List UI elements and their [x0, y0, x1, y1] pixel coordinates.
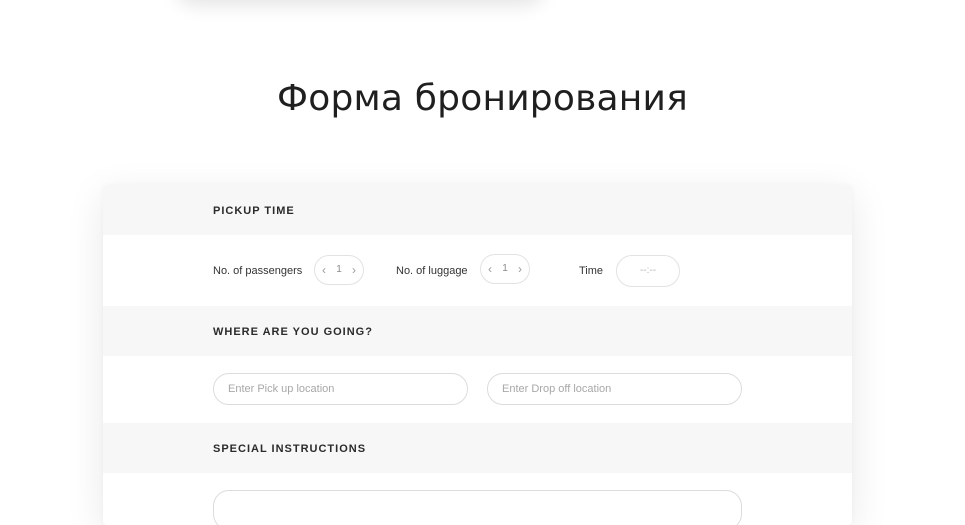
passengers-stepper: ‹ 1 ›	[314, 255, 364, 285]
page-title: Форма бронирования	[277, 78, 688, 119]
section-header-special-instructions: SPECIAL INSTRUCTIONS	[103, 423, 852, 473]
time-label: Time	[579, 265, 604, 277]
passengers-label: No. of passengers	[213, 265, 303, 277]
luggage-label: No. of luggage	[396, 265, 468, 277]
section-heading: SPECIAL INSTRUCTIONS	[213, 443, 367, 455]
section-header-destination: WHERE ARE YOU GOING?	[103, 306, 852, 356]
time-input[interactable]: --:--	[616, 255, 680, 287]
section-heading: PICKUP TIME	[213, 205, 295, 217]
chevron-right-icon[interactable]: ›	[518, 261, 522, 277]
dropoff-location-input[interactable]	[487, 373, 742, 405]
section-header-pickup-time: PICKUP TIME	[103, 185, 852, 235]
luggage-stepper: ‹ 1 ›	[480, 254, 530, 284]
booking-form-card: PICKUP TIME No. of passengers ‹ 1 › No. …	[103, 185, 852, 525]
section-heading: WHERE ARE YOU GOING?	[213, 326, 373, 338]
special-instructions-input[interactable]	[213, 490, 742, 525]
chevron-right-icon[interactable]: ›	[352, 262, 356, 278]
pickup-location-input[interactable]	[213, 373, 468, 405]
